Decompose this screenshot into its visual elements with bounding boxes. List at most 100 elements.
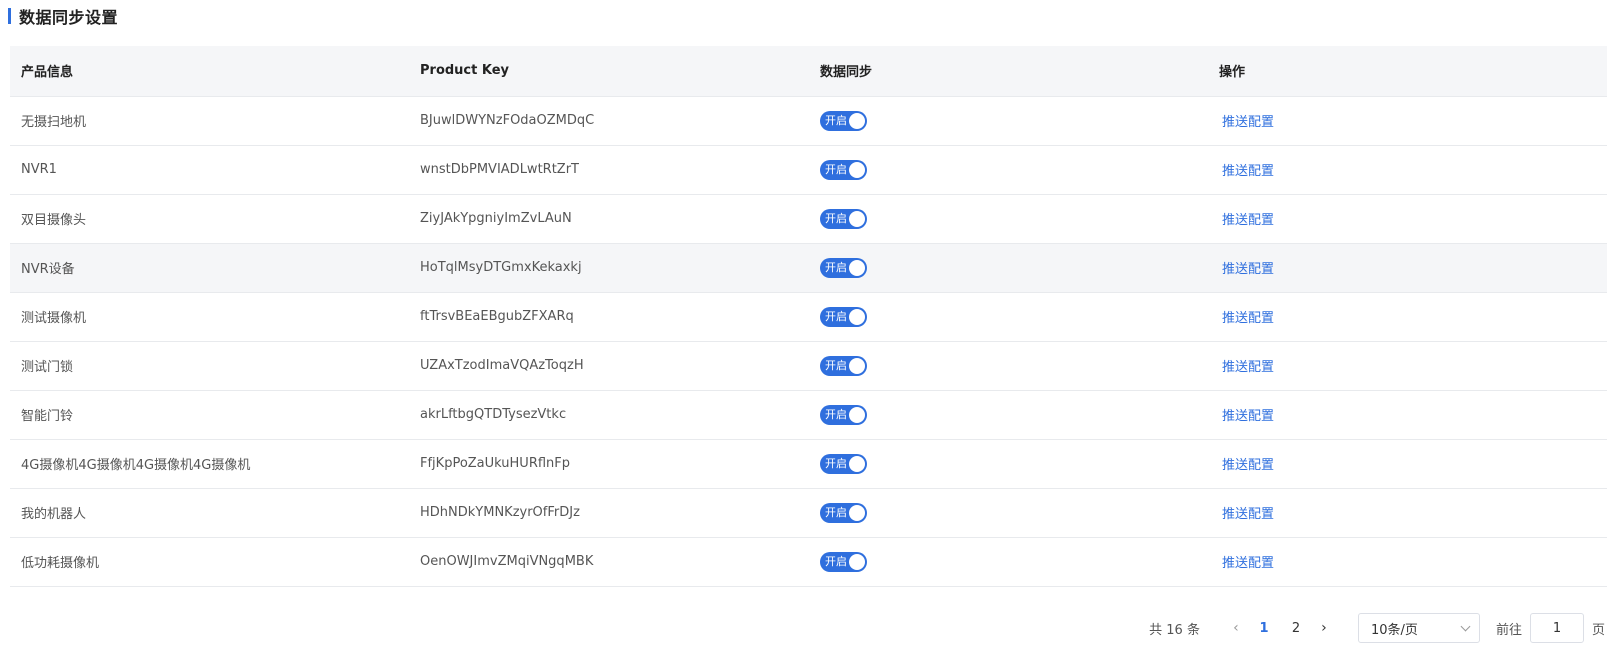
section-header: 数据同步设置 [8,4,118,28]
product-name: 低功耗摄像机 [21,556,100,571]
data-sync-toggle[interactable]: 开启 [820,404,867,425]
sync-cell: 开启 [809,537,1208,587]
toggle-label: 开启 [825,554,847,568]
table-row: 4G摄像机4G摄像机4G摄像机4G摄像机 FfjKpPoZaUkuHURflnFp… [10,439,1607,489]
sync-cell: 开启 [809,194,1208,244]
toggle-knob [849,259,865,276]
product-key-cell: ZiyJAkYpgniyImZvLAuN [409,194,809,244]
toggle-label: 开启 [825,260,847,274]
product-name: 4G摄像机4G摄像机4G摄像机4G摄像机 [21,458,251,473]
toggle-knob [849,504,865,521]
table-row: NVR设备 HoTqlMsyDTGmxKekaxkj 开启 推送配置 [10,243,1607,293]
sync-cell: 开启 [809,390,1208,440]
page-1-button[interactable]: 1 [1248,621,1280,636]
chevron-right-icon[interactable]: › [1312,620,1336,636]
product-name-cell: 我的机器人 [10,488,409,538]
data-sync-toggle[interactable]: 开启 [820,306,867,327]
toggle-knob [849,455,865,472]
data-sync-toggle[interactable]: 开启 [820,355,867,376]
chevron-down-icon [1460,621,1471,631]
product-name-cell: NVR设备 [10,243,409,293]
push-config-link[interactable]: 推送配置 [1222,409,1274,424]
toggle-knob [849,406,865,423]
product-key-cell: HDhNDkYMNKzyrOfFrDJz [409,488,809,538]
product-key: ftTrsvBEaEBgubZFXARq [420,309,574,324]
toggle-label: 开启 [825,456,847,470]
column-header-actions: 操作 [1208,46,1607,97]
push-config-link[interactable]: 推送配置 [1222,262,1274,277]
product-name-cell: 测试门锁 [10,341,409,391]
product-key-cell: FfjKpPoZaUkuHURflnFp [409,439,809,489]
table-row: 我的机器人 HDhNDkYMNKzyrOfFrDJz 开启 推送配置 [10,488,1607,538]
column-header-product-key: Product Key [409,46,809,97]
table-row: 无摄扫地机 BJuwlDWYNzFOdaOZMDqC 开启 推送配置 [10,96,1607,146]
push-config-link[interactable]: 推送配置 [1222,115,1274,130]
product-key-cell: wnstDbPMVIADLwtRtZrT [409,145,809,195]
chevron-left-icon[interactable]: ‹ [1224,620,1248,636]
product-key: HoTqlMsyDTGmxKekaxkj [420,260,582,275]
toggle-knob [849,553,865,570]
sync-cell: 开启 [809,96,1208,146]
title-accent-bar [8,8,11,24]
toggle-label: 开启 [825,162,847,176]
data-sync-toggle[interactable]: 开启 [820,257,867,278]
toggle-label: 开启 [825,211,847,225]
goto-page-input[interactable] [1529,613,1584,643]
product-key: HDhNDkYMNKzyrOfFrDJz [420,505,580,520]
product-key-cell: HoTqlMsyDTGmxKekaxkj [409,243,809,293]
data-sync-toggle[interactable]: 开启 [820,551,867,572]
action-cell: 推送配置 [1208,96,1607,146]
action-cell: 推送配置 [1208,292,1607,342]
data-sync-table: 产品信息 Product Key 数据同步 操作 无摄扫地机 BJuwlDWYNz… [10,46,1607,587]
product-name-cell: 测试摄像机 [10,292,409,342]
product-key: wnstDbPMVIADLwtRtZrT [420,162,579,177]
push-config-link[interactable]: 推送配置 [1222,458,1274,473]
push-config-link[interactable]: 推送配置 [1222,164,1274,179]
page-size-select[interactable]: 10条/页 [1357,613,1480,643]
data-sync-toggle[interactable]: 开启 [820,159,867,180]
toggle-knob [849,112,865,129]
data-sync-toggle[interactable]: 开启 [820,110,867,131]
toggle-label: 开启 [825,407,847,421]
push-config-link[interactable]: 推送配置 [1222,360,1274,375]
action-cell: 推送配置 [1208,243,1607,293]
table-row: 智能门铃 akrLftbgQTDTysezVtkc 开启 推送配置 [10,390,1607,440]
action-cell: 推送配置 [1208,439,1607,489]
goto-label: 前往 [1495,622,1522,638]
product-name-cell: NVR1 [10,145,409,195]
table-row: 测试门锁 UZAxTzodImaVQAzToqzH 开启 推送配置 [10,341,1607,391]
product-key-cell: UZAxTzodImaVQAzToqzH [409,341,809,391]
table-row: NVR1 wnstDbPMVIADLwtRtZrT 开启 推送配置 [10,145,1607,195]
product-key-cell: BJuwlDWYNzFOdaOZMDqC [409,96,809,146]
product-name: 测试摄像机 [21,311,87,326]
page-title: 数据同步设置 [19,8,119,27]
push-config-link[interactable]: 推送配置 [1222,213,1274,228]
data-sync-toggle[interactable]: 开启 [820,502,867,523]
product-key: BJuwlDWYNzFOdaOZMDqC [420,113,595,128]
page-2-button[interactable]: 2 [1280,621,1312,636]
product-name-cell: 4G摄像机4G摄像机4G摄像机4G摄像机 [10,439,409,489]
toggle-label: 开启 [825,309,847,323]
push-config-link[interactable]: 推送配置 [1222,311,1274,326]
product-key-cell: akrLftbgQTDTysezVtkc [409,390,809,440]
column-header-data-sync: 数据同步 [809,46,1208,97]
product-name-cell: 双目摄像头 [10,194,409,244]
toggle-label: 开启 [825,358,847,372]
product-name: 我的机器人 [21,507,87,522]
product-name: NVR1 [21,162,57,177]
data-sync-toggle[interactable]: 开启 [820,208,867,229]
product-key-cell: ftTrsvBEaEBgubZFXARq [409,292,809,342]
table-row: 低功耗摄像机 OenOWJImvZMqiVNgqMBK 开启 推送配置 [10,537,1607,587]
action-cell: 推送配置 [1208,145,1607,195]
product-key: OenOWJImvZMqiVNgqMBK [420,554,594,569]
action-cell: 推送配置 [1208,341,1607,391]
page-suffix: 页 [1591,622,1605,638]
page-size-value: 10条/页 [1370,622,1418,638]
sync-cell: 开启 [809,341,1208,391]
table-row: 双目摄像头 ZiyJAkYpgniyImZvLAuN 开启 推送配置 [10,194,1607,244]
data-sync-toggle[interactable]: 开启 [820,453,867,474]
sync-cell: 开启 [809,439,1208,489]
push-config-link[interactable]: 推送配置 [1222,507,1274,522]
push-config-link[interactable]: 推送配置 [1222,556,1274,571]
product-key: UZAxTzodImaVQAzToqzH [420,358,584,373]
